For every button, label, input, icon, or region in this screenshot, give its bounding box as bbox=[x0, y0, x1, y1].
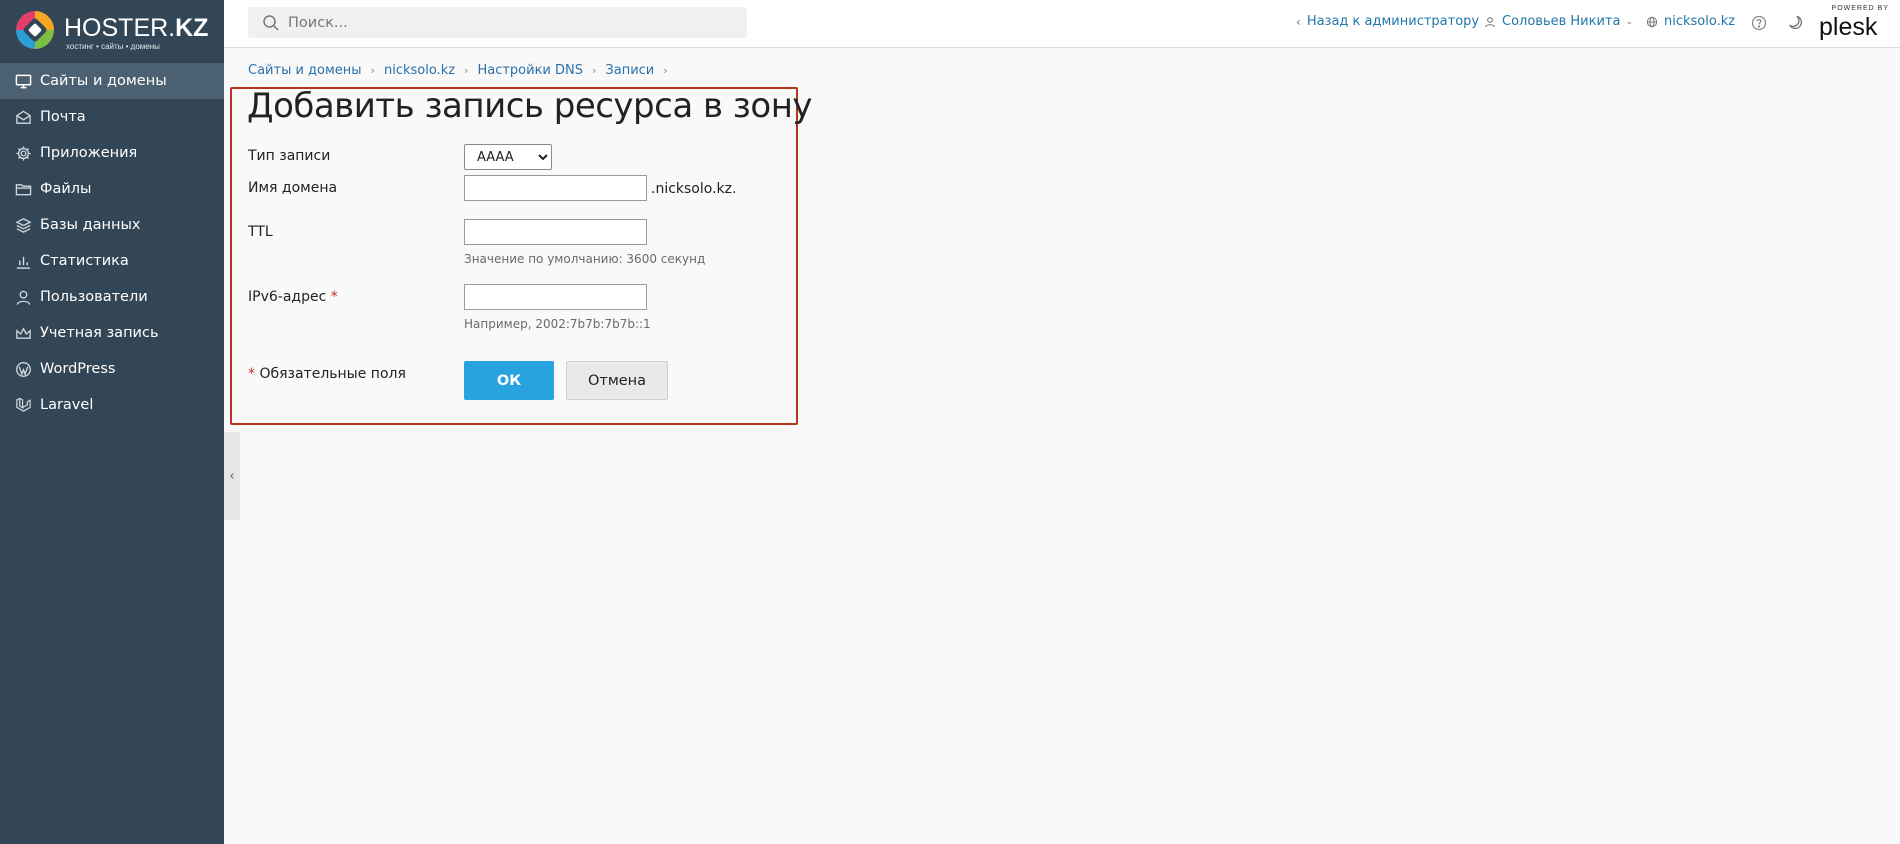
sidebar-item-applications[interactable]: Приложения bbox=[0, 135, 224, 171]
domain-label: nicksolo.kz bbox=[1664, 14, 1736, 29]
ipv6-label: IPv6-адрес * bbox=[248, 289, 338, 305]
hoster-logo[interactable]: HOSTER.KZ хостинг • сайты • домены bbox=[14, 9, 214, 55]
breadcrumb-records[interactable]: Записи bbox=[605, 63, 654, 78]
folder-icon bbox=[14, 180, 32, 198]
sidebar-item-files[interactable]: Файлы bbox=[0, 171, 224, 207]
sidebar-item-statistics[interactable]: Статистика bbox=[0, 243, 224, 279]
plesk-logo[interactable]: POWERED BY plesk bbox=[1819, 5, 1889, 41]
dark-mode-toggle-icon[interactable] bbox=[1787, 14, 1803, 30]
plesk-powered-by: POWERED BY bbox=[1831, 5, 1889, 12]
ipv6-hint: Например, 2002:7b7b:7b7b::1 bbox=[464, 317, 651, 331]
chevron-left-icon: ‹ bbox=[229, 468, 235, 484]
ipv6-label-text: IPv6-адрес bbox=[248, 289, 327, 305]
sidebar-item-label: Учетная запись bbox=[40, 325, 159, 341]
sidebar-item-laravel[interactable]: Laravel bbox=[0, 387, 224, 423]
sidebar-item-users[interactable]: Пользователи bbox=[0, 279, 224, 315]
chevron-down-icon: ⌄ bbox=[1625, 16, 1634, 27]
database-layers-icon bbox=[14, 216, 32, 234]
ok-button[interactable]: ОК bbox=[464, 361, 554, 400]
chevron-right-icon: › bbox=[464, 64, 469, 77]
record-type-label: Тип записи bbox=[248, 148, 331, 164]
sidebar-item-wordpress[interactable]: WordPress bbox=[0, 351, 224, 387]
sidebar-item-mail[interactable]: Почта bbox=[0, 99, 224, 135]
help-icon[interactable] bbox=[1751, 15, 1767, 31]
mail-icon bbox=[14, 108, 32, 126]
chevron-right-icon: › bbox=[370, 64, 375, 77]
ttl-hint: Значение по умолчанию: 3600 секунд bbox=[464, 252, 706, 266]
breadcrumb-domain[interactable]: nicksolo.kz bbox=[384, 63, 455, 78]
domain-name-label: Имя домена bbox=[248, 180, 338, 196]
sidebar-item-label: Почта bbox=[40, 109, 86, 125]
brand-name: HOSTER.KZ bbox=[64, 14, 209, 42]
breadcrumb-dns-settings[interactable]: Настройки DNS bbox=[477, 63, 583, 78]
chevron-right-icon: › bbox=[592, 64, 597, 77]
sidebar-item-label: Статистика bbox=[40, 253, 129, 269]
back-to-admin-link[interactable]: ‹ Назад к администратору bbox=[1296, 14, 1479, 29]
top-header: ‹ Назад к администратору Соловьев Никита… bbox=[224, 0, 1900, 48]
back-to-admin-label: Назад к администратору bbox=[1306, 14, 1480, 29]
chevron-left-icon: ‹ bbox=[1296, 14, 1301, 29]
domain-name-input[interactable] bbox=[464, 175, 647, 201]
user-menu[interactable]: Соловьев Никита ⌄ bbox=[1484, 14, 1633, 29]
sidebar-nav: Сайты и домены Почта Приложения Файлы Ба… bbox=[0, 63, 224, 423]
user-icon bbox=[14, 288, 32, 306]
domain-link[interactable]: nicksolo.kz bbox=[1646, 14, 1735, 29]
ttl-input[interactable] bbox=[464, 219, 647, 245]
chevron-right-icon: › bbox=[663, 64, 668, 77]
sidebar-item-label: WordPress bbox=[40, 361, 116, 377]
sidebar-item-label: Базы данных bbox=[40, 217, 141, 233]
hoster-logo-mark-icon bbox=[16, 11, 54, 49]
user-name: Соловьев Никита bbox=[1502, 14, 1621, 29]
sidebar-item-label: Файлы bbox=[40, 181, 92, 197]
record-type-select[interactable]: AAAA bbox=[464, 144, 552, 170]
plesk-wordmark: plesk bbox=[1819, 13, 1878, 41]
sidebar-item-label: Сайты и домены bbox=[40, 73, 167, 89]
search-input[interactable] bbox=[286, 7, 730, 38]
wordpress-icon bbox=[14, 360, 32, 378]
sidebar-item-label: Приложения bbox=[40, 145, 138, 161]
globe-icon bbox=[1646, 16, 1658, 27]
required-asterisk: * bbox=[330, 289, 338, 305]
domain-suffix: .nicksolo.kz. bbox=[651, 181, 737, 197]
required-asterisk: * bbox=[248, 366, 255, 382]
ttl-label: TTL bbox=[248, 224, 273, 240]
ipv6-input[interactable] bbox=[464, 284, 647, 310]
breadcrumb: Сайты и домены › nicksolo.kz › Настройки… bbox=[248, 63, 677, 78]
sidebar-item-label: Laravel bbox=[40, 397, 94, 413]
user-icon bbox=[1485, 16, 1495, 27]
cancel-button[interactable]: Отмена bbox=[566, 361, 668, 400]
sidebar-collapse-handle[interactable]: ‹ bbox=[224, 432, 240, 520]
bar-chart-icon bbox=[14, 252, 32, 270]
required-fields-note: * Обязательные поля bbox=[248, 366, 406, 382]
search-icon bbox=[263, 14, 279, 31]
page-title: Добавить запись ресурса в зону bbox=[247, 86, 813, 126]
sidebar-item-account[interactable]: Учетная запись bbox=[0, 315, 224, 351]
sidebar-item-databases[interactable]: Базы данных bbox=[0, 207, 224, 243]
breadcrumb-sites-domains[interactable]: Сайты и домены bbox=[248, 63, 362, 78]
crown-icon bbox=[14, 324, 32, 342]
required-fields-text: Обязательные поля bbox=[259, 366, 406, 382]
monitor-icon bbox=[14, 72, 32, 90]
sidebar-item-sites-domains[interactable]: Сайты и домены bbox=[0, 63, 224, 99]
laravel-icon bbox=[14, 396, 32, 414]
sidebar-item-label: Пользователи bbox=[40, 289, 148, 305]
brand-tagline: хостинг • сайты • домены bbox=[66, 42, 160, 51]
gear-icon bbox=[14, 144, 32, 162]
sidebar: HOSTER.KZ хостинг • сайты • домены Сайты… bbox=[0, 0, 224, 844]
search-bar[interactable] bbox=[248, 7, 747, 38]
